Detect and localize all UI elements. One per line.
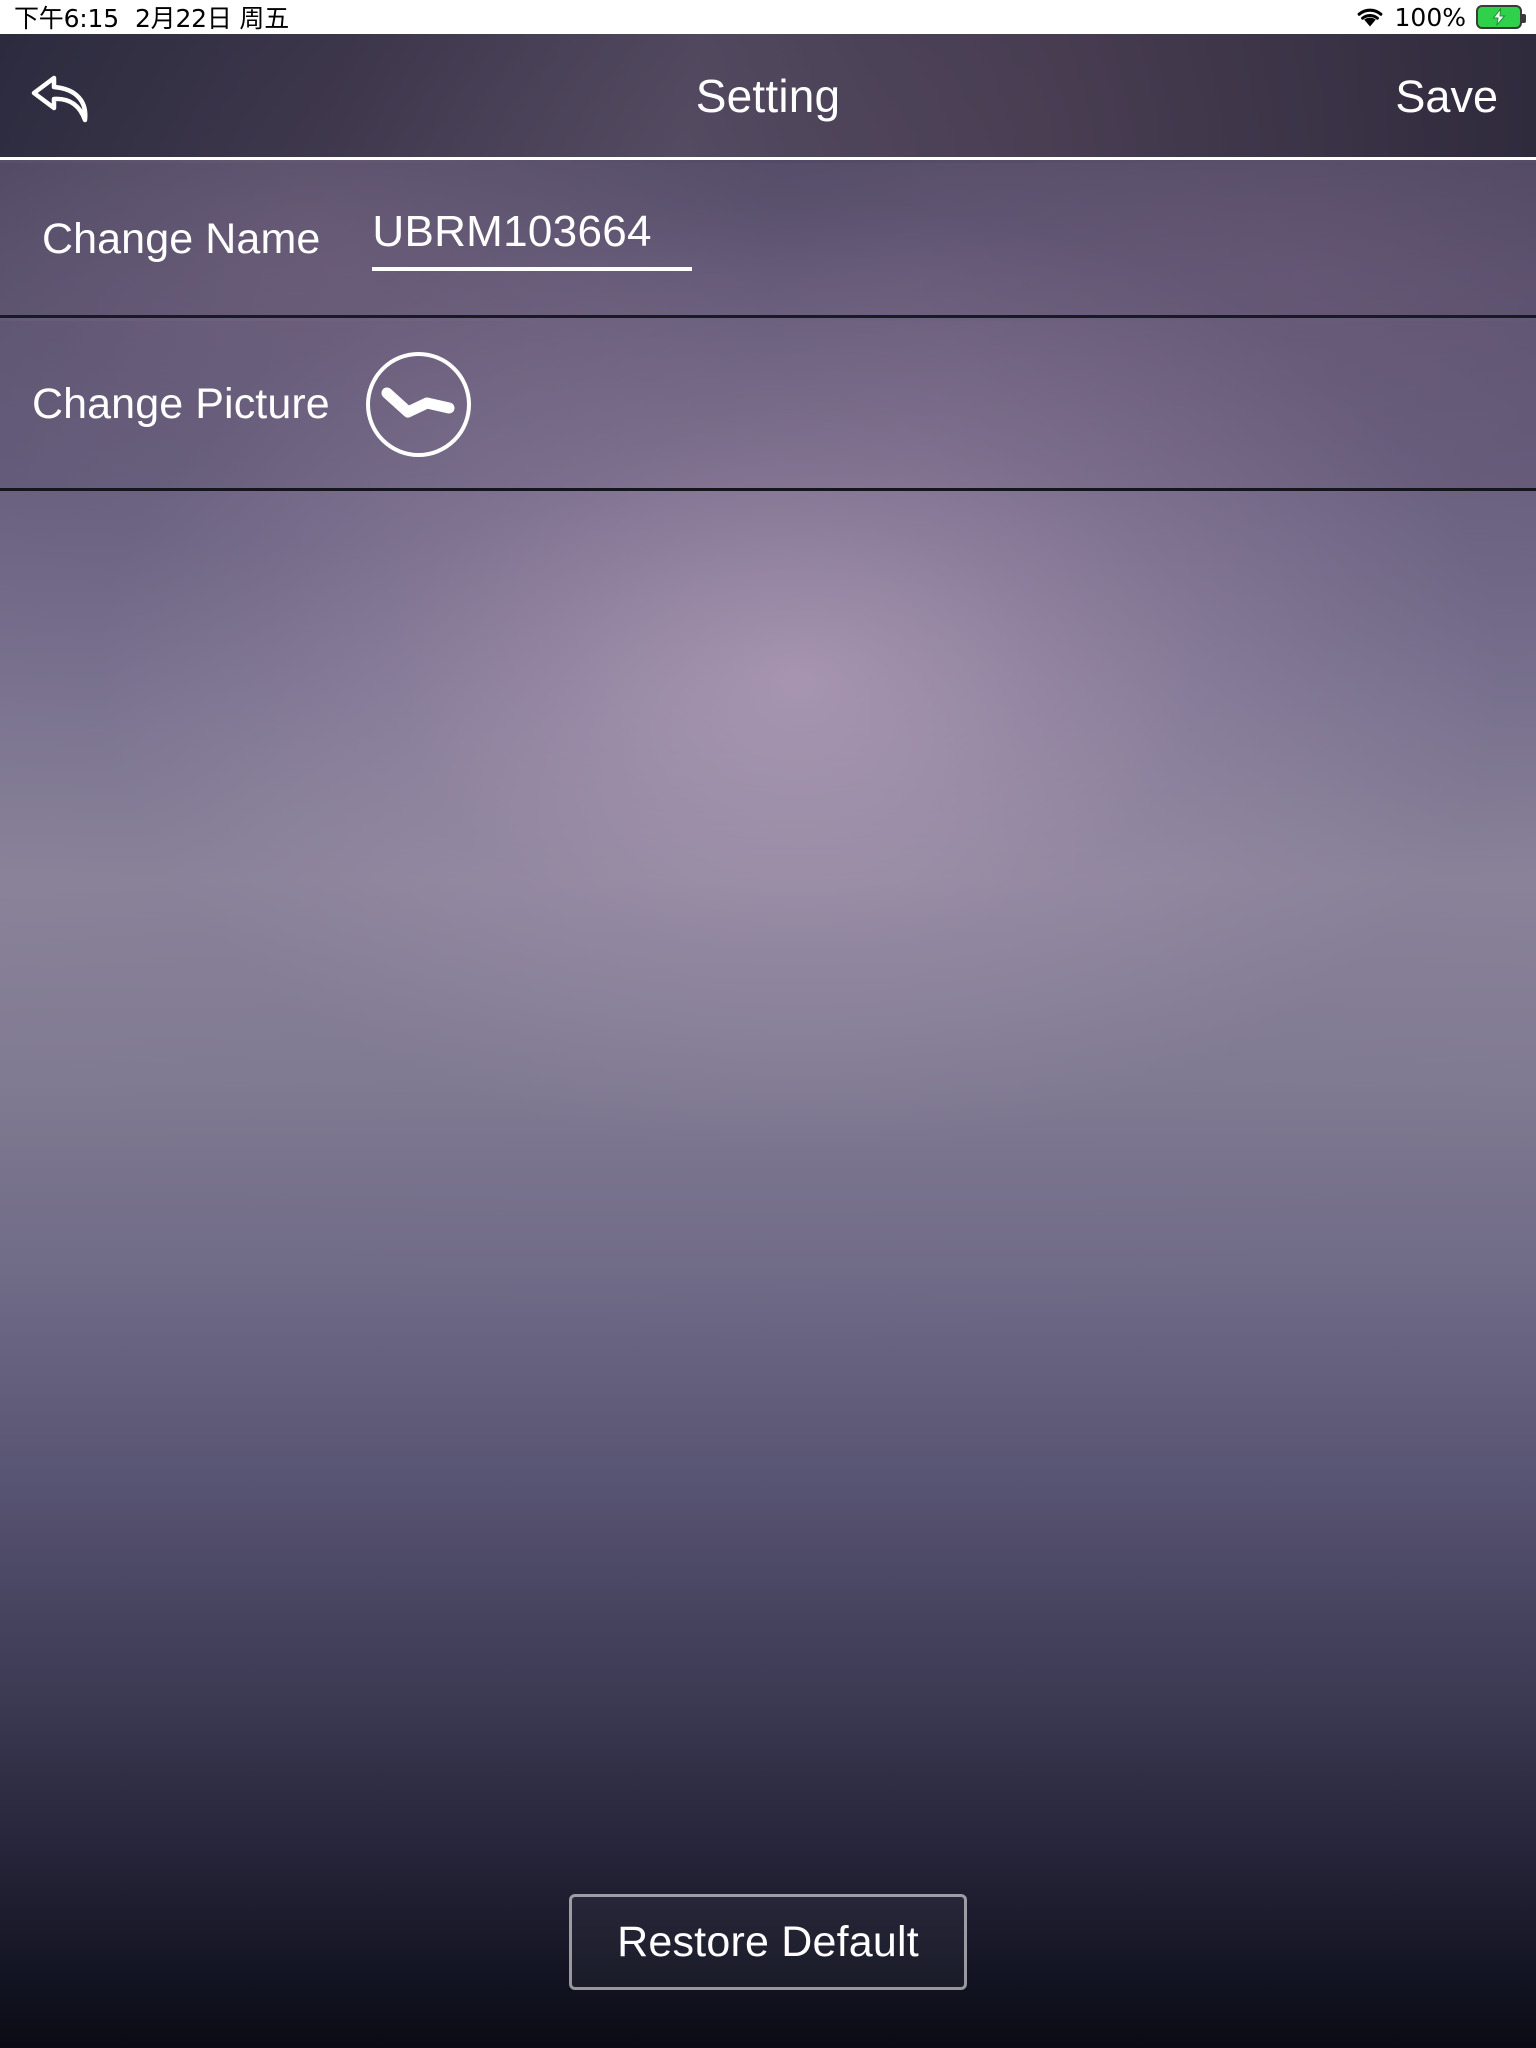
app-screen: 下午6:15 2月22日 周五 100% Setting Save Change… [0, 0, 1536, 2048]
change-name-label: Change Name [42, 214, 321, 263]
save-button[interactable]: Save [1395, 34, 1498, 160]
back-button[interactable] [22, 60, 108, 136]
back-arrow-icon [30, 66, 100, 131]
row-change-picture: Change Picture [0, 321, 1536, 491]
status-bar: 下午6:15 2月22日 周五 100% [0, 0, 1536, 34]
page-title: Setting [695, 69, 841, 122]
row-change-name: Change Name UBRM103664 [0, 163, 1536, 318]
status-bar-date: 2月22日 周五 [134, 4, 290, 33]
change-name-input[interactable]: UBRM103664 [372, 207, 690, 271]
battery-charging-icon [1476, 5, 1526, 29]
change-picture-avatar[interactable] [365, 352, 471, 457]
navigation-bar: Setting Save [0, 34, 1536, 160]
status-bar-left: 下午6:15 2月22日 周五 [14, 0, 289, 35]
change-picture-label: Change Picture [32, 380, 330, 428]
change-name-underline [372, 267, 693, 271]
wifi-icon [1355, 5, 1385, 29]
status-bar-time: 下午6:15 [14, 4, 119, 33]
status-bar-right: 100% [1355, 2, 1526, 32]
restore-default-button[interactable]: Restore Default [569, 1894, 967, 1990]
device-curve-icon [380, 379, 456, 430]
change-name-field[interactable]: UBRM103664 [372, 207, 693, 271]
battery-percent-label: 100% [1394, 2, 1466, 32]
